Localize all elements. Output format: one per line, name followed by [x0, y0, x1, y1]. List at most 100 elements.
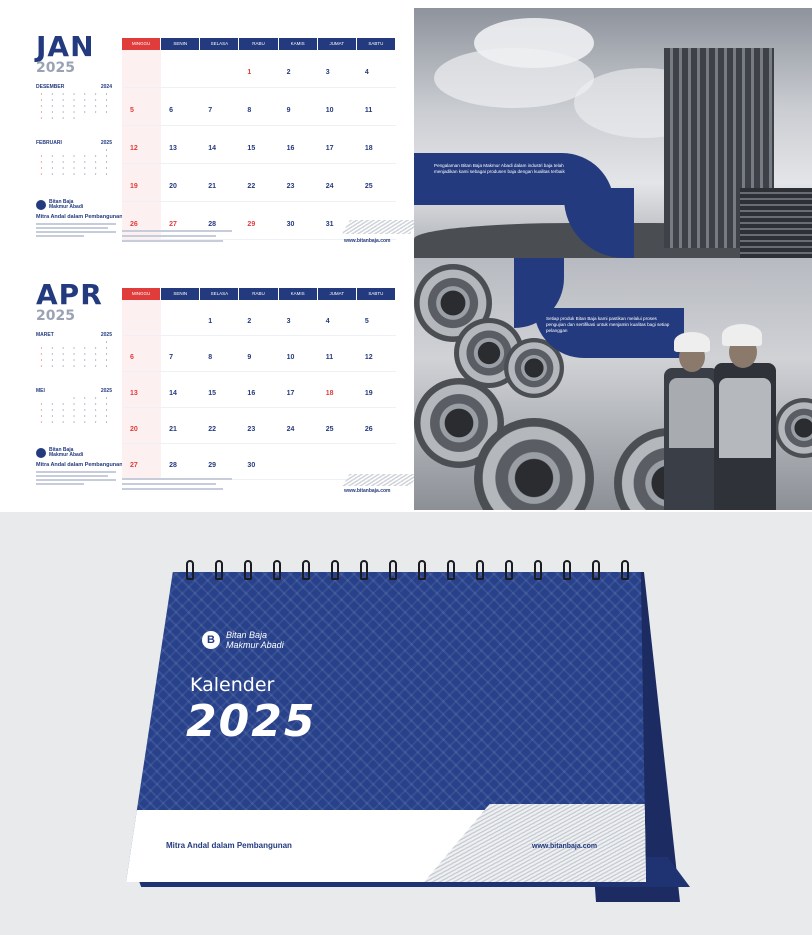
website-label: www.bitanbaja.com [344, 238, 391, 244]
day-cell: 7 [161, 336, 201, 372]
day-cell: 8 [200, 336, 240, 372]
day-cell: 4 [356, 50, 396, 88]
day-cell: 12 [356, 336, 396, 372]
weekday-thursday: KAMIS [278, 288, 318, 300]
day-cell: 11 [317, 336, 357, 372]
day-cell: 30 [278, 202, 318, 240]
day-cell: 9 [278, 88, 318, 126]
binding-ring [476, 560, 484, 580]
month-grid: MINGGU SENIN SELASA RABU KAMIS JUMAT SAB… [122, 288, 396, 480]
steel-coils-photo: Setiap produk Bitan Baja kami pastikan m… [414, 258, 812, 510]
day-cell: 16 [278, 126, 318, 164]
weekday-saturday: SABTU [356, 288, 396, 300]
binding-ring [563, 560, 571, 580]
day-cell: 1 [200, 300, 240, 336]
website-label: www.bitanbaja.com [344, 488, 391, 494]
day-cell: 14 [200, 126, 240, 164]
day-cell: 25 [356, 164, 396, 202]
weekday-header: MINGGU SENIN SELASA RABU KAMIS JUMAT SAB… [122, 38, 396, 50]
day-cell: 20 [122, 408, 162, 444]
day-cell: 19 [356, 372, 396, 408]
binding-ring [360, 560, 368, 580]
day-cell: 3 [317, 50, 357, 88]
day-cell: 27 [122, 444, 162, 480]
mini-calendar-next: FEBRUARI 2025 • • • • • • • • • • • • • • • • • • • • • • •… [36, 140, 112, 177]
day-cell: 24 [317, 164, 357, 202]
side-building [740, 188, 812, 258]
binding-ring [389, 560, 397, 580]
day-cell: 2 [278, 50, 318, 88]
binding-ring [534, 560, 542, 580]
weekday-saturday: SABTU [356, 38, 396, 50]
worker-vest [719, 378, 771, 458]
brand-logo-icon [36, 448, 46, 458]
calendar-title: Kalender [190, 674, 275, 696]
worker-vest [669, 378, 714, 448]
brand-name-line2: Makmur Abadi [49, 204, 84, 210]
description-lines [36, 223, 116, 239]
calendar-front-panel: B Bitan Baja Makmur Abadi Kalender 2025 M… [126, 572, 646, 882]
day-cell: 17 [317, 126, 357, 164]
slogan: Mitra Andal dalam Pembangunan [36, 214, 123, 220]
year-label: 2025 [36, 308, 75, 324]
day-cell [161, 300, 201, 336]
binding-ring [273, 560, 281, 580]
caption-text: Pengalaman Bitan Baja Makmur Abadi dalam… [434, 163, 565, 174]
binding-ring [331, 560, 339, 580]
day-cell: 5 [122, 88, 162, 126]
binding-ring [447, 560, 455, 580]
weekday-tuesday: SELASA [200, 288, 240, 300]
day-cell: 15 [200, 372, 240, 408]
day-cell: 23 [278, 164, 318, 202]
binding-ring [244, 560, 252, 580]
day-cell: 22 [239, 164, 279, 202]
day-cell: 21 [161, 408, 201, 444]
april-calendar-page: APR 2025 MARET 2025 • • • • • • • • • • • • • • • • • •… [16, 268, 414, 508]
brand-name-line1: Bitan Baja [226, 630, 268, 640]
month-title: APR [36, 278, 103, 311]
day-cell: 21 [200, 164, 240, 202]
mini-days-grid: • • • • • • • • • • • • • • • • • • • • • • • • • • • • • • • • [40, 92, 108, 120]
strip-website: www.bitanbaja.com [532, 843, 598, 850]
hard-hat [674, 332, 710, 352]
weekday-wednesday: RABU [239, 38, 279, 50]
day-cell [122, 50, 162, 88]
day-cell [200, 50, 240, 88]
mini-month-name: MEI [36, 388, 45, 394]
mini-days-grid: • • • • • • • • • • • • • • • • • • • • • • • • • • • • • [40, 148, 108, 176]
binding-ring [592, 560, 600, 580]
day-cell: 4 [317, 300, 357, 336]
day-cell: 6 [122, 336, 162, 372]
day-cell: 6 [161, 88, 201, 126]
day-cell: 12 [122, 126, 162, 164]
day-cell: 10 [278, 336, 318, 372]
day-cell: 17 [278, 372, 318, 408]
brand-mark: Bitan Baja Makmur Abadi [36, 448, 83, 458]
binding-ring [186, 560, 194, 580]
day-cell: 14 [161, 372, 201, 408]
mini-year: 2024 [100, 84, 112, 90]
month-grid: MINGGU SENIN SELASA RABU KAMIS JUMAT SAB… [122, 38, 396, 240]
day-cell: 29 [239, 202, 279, 240]
weekday-sunday: MINGGU [122, 288, 162, 300]
day-cell: 26 [356, 408, 396, 444]
brand-name-line2: Makmur Abadi [226, 640, 284, 650]
day-cell: 30 [239, 444, 279, 480]
day-cell: 25 [317, 408, 357, 444]
binding-ring [621, 560, 629, 580]
binding-ring [302, 560, 310, 580]
hard-hat [722, 324, 762, 346]
day-cell: 24 [278, 408, 318, 444]
day-cell: 29 [200, 444, 240, 480]
desk-calendar-mockup: B Bitan Baja Makmur Abadi Kalender 2025 M… [0, 512, 812, 935]
mini-year: 2025 [100, 388, 112, 394]
mini-month-name: FEBRUARI [36, 140, 62, 146]
weekday-monday: SENIN [161, 288, 201, 300]
day-cell: 2 [239, 300, 279, 336]
mini-calendar-prev: DESEMBER 2024 • • • • • • • • • • • • • • • • • • • • • • • •… [36, 84, 112, 121]
weekday-friday: JUMAT [317, 288, 357, 300]
mini-month-name: DESEMBER [36, 84, 65, 90]
day-cell: 9 [239, 336, 279, 372]
corner-pattern [342, 474, 414, 486]
day-cell: 28 [161, 444, 201, 480]
